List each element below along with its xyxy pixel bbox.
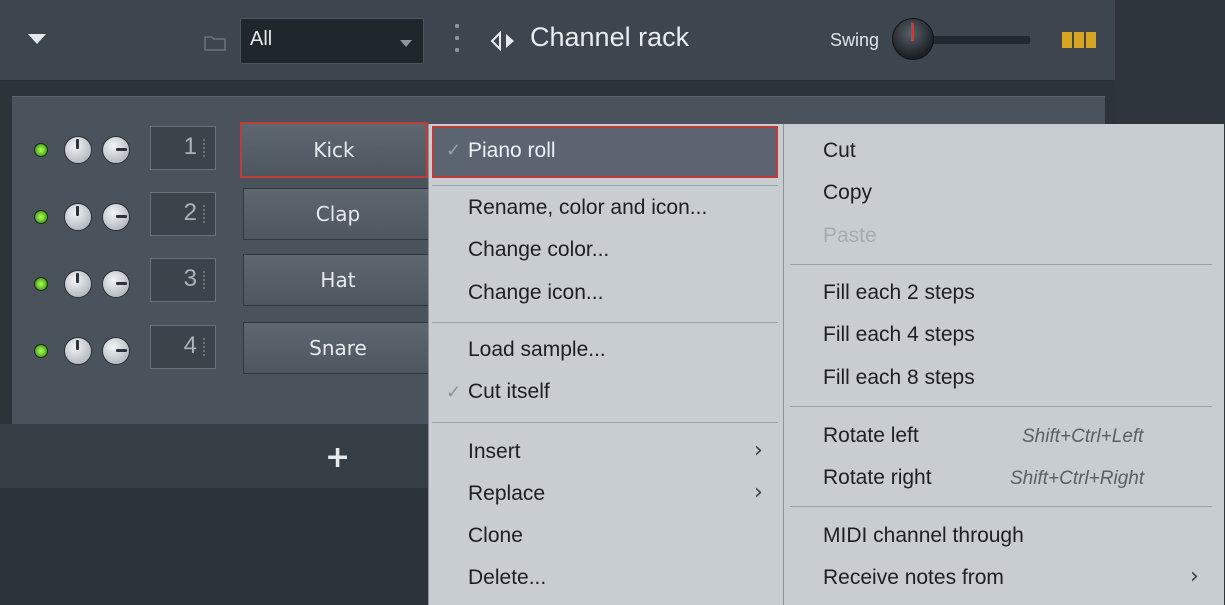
mixer-track-selector[interactable]: 4 bbox=[150, 325, 216, 369]
shortcut-rotate-right: Shift+Ctrl+Right bbox=[1010, 468, 1145, 489]
channel-mute-led[interactable] bbox=[34, 210, 48, 224]
menu-item-delete[interactable]: Delete... bbox=[468, 566, 546, 590]
mixer-track-selector[interactable]: 3 bbox=[150, 258, 216, 302]
add-channel-button[interactable]: + bbox=[325, 440, 350, 475]
menu-item-load-sample[interactable]: Load sample... bbox=[468, 338, 606, 362]
channel-mute-led[interactable] bbox=[34, 143, 48, 157]
menu-item-receive-notes[interactable]: Receive notes from bbox=[823, 566, 1004, 590]
channel-button-snare[interactable]: Snare bbox=[243, 322, 433, 374]
chevron-right-icon: › bbox=[1190, 564, 1199, 589]
step-sequencer-icon[interactable] bbox=[1062, 32, 1100, 48]
menu-item-rename[interactable]: Rename, color and icon... bbox=[468, 196, 707, 220]
menu-item-fill-8[interactable]: Fill each 8 steps bbox=[823, 366, 975, 390]
menu-item-cut-itself[interactable]: Cut itself bbox=[468, 380, 550, 404]
drag-handle-icon[interactable] bbox=[455, 24, 459, 60]
channel-volume-knob[interactable] bbox=[64, 337, 92, 365]
menu-divider bbox=[790, 264, 1212, 265]
menu-item-insert[interactable]: Insert bbox=[468, 440, 521, 464]
check-icon: ✓ bbox=[446, 140, 462, 161]
channel-pan-knob[interactable] bbox=[102, 203, 130, 231]
menu-item-fill-4[interactable]: Fill each 4 steps bbox=[823, 323, 975, 347]
menu-item-paste: Paste bbox=[823, 224, 877, 247]
menu-item-replace[interactable]: Replace bbox=[468, 482, 545, 506]
options-menu-arrow-icon[interactable] bbox=[28, 34, 46, 44]
channel-mute-led[interactable] bbox=[34, 277, 48, 291]
folder-icon[interactable] bbox=[204, 34, 226, 51]
menu-item-cut[interactable]: Cut bbox=[823, 139, 856, 163]
channel-volume-knob[interactable] bbox=[64, 136, 92, 164]
channel-button-hat[interactable]: Hat bbox=[243, 254, 433, 306]
menu-divider bbox=[432, 322, 778, 323]
group-filter-value: All bbox=[250, 28, 273, 50]
mixer-track-selector[interactable]: 1 bbox=[150, 126, 216, 170]
channel-mute-led[interactable] bbox=[34, 344, 48, 358]
shortcut-rotate-left: Shift+Ctrl+Left bbox=[1022, 426, 1144, 447]
menu-item-piano-roll[interactable]: Piano roll bbox=[468, 139, 556, 163]
menu-item-clone[interactable]: Clone bbox=[468, 524, 523, 548]
menu-item-change-icon[interactable]: Change icon... bbox=[468, 281, 603, 305]
menu-item-copy[interactable]: Copy bbox=[823, 181, 872, 205]
chevron-right-icon: › bbox=[754, 438, 763, 463]
channel-volume-knob[interactable] bbox=[64, 270, 92, 298]
menu-item-rotate-left[interactable]: Rotate left bbox=[823, 424, 919, 448]
menu-divider bbox=[432, 422, 778, 423]
check-icon: ✓ bbox=[446, 382, 462, 403]
swing-label: Swing bbox=[830, 30, 880, 50]
channel-volume-knob[interactable] bbox=[64, 203, 92, 231]
mixer-track-selector[interactable]: 2 bbox=[150, 192, 216, 236]
channel-pan-knob[interactable] bbox=[102, 136, 130, 164]
chevron-right-icon: › bbox=[754, 480, 763, 505]
channel-button-clap[interactable]: Clap bbox=[243, 188, 433, 240]
menu-item-fill-2[interactable]: Fill each 2 steps bbox=[823, 281, 975, 305]
chevron-down-icon bbox=[400, 40, 412, 47]
menu-item-rotate-right[interactable]: Rotate right bbox=[823, 466, 932, 490]
menu-divider bbox=[790, 406, 1212, 407]
swing-knob[interactable] bbox=[892, 18, 934, 60]
menu-item-midi-through[interactable]: MIDI channel through bbox=[823, 524, 1024, 548]
channel-pan-knob[interactable] bbox=[102, 270, 130, 298]
speaker-arrow-icon bbox=[490, 30, 514, 52]
menu-divider bbox=[432, 185, 778, 186]
channel-button-kick[interactable]: Kick bbox=[240, 122, 428, 178]
channel-pan-knob[interactable] bbox=[102, 337, 130, 365]
window-title: Channel rack bbox=[530, 22, 690, 52]
menu-item-change-color[interactable]: Change color... bbox=[468, 238, 609, 262]
menu-divider bbox=[790, 506, 1212, 507]
